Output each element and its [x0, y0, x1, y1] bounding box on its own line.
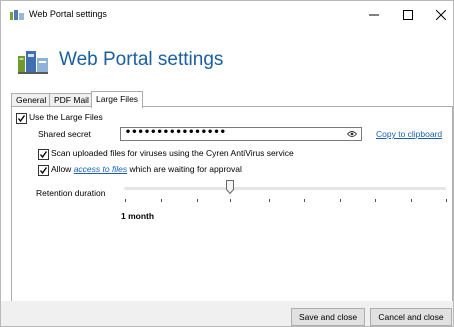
check-icon: [39, 167, 48, 175]
shared-secret-label: Shared secret: [38, 129, 91, 139]
retention-duration-label: Retention duration: [36, 188, 106, 198]
close-icon: [436, 10, 446, 20]
slider-tick: [446, 199, 447, 202]
slider-tick: [125, 199, 126, 202]
page-title: Web Portal settings: [59, 49, 224, 70]
app-icon: [10, 10, 24, 20]
slider-tick: [197, 199, 198, 202]
close-button[interactable]: [427, 5, 454, 25]
scan-viruses-label: Scan uploaded files for viruses using th…: [51, 148, 294, 158]
footer-bar: Save and close Cancel and close: [1, 301, 453, 326]
maximize-icon: [403, 10, 413, 20]
retention-slider-track[interactable]: [124, 187, 446, 190]
slider-tick: [340, 199, 341, 202]
portal-header-icon: [18, 48, 48, 74]
large-files-panel: Use the Large Files Shared secret ••••••…: [11, 106, 453, 303]
shared-secret-field[interactable]: ••••••••••••••••: [120, 127, 362, 141]
window-title: Web Portal settings: [29, 9, 107, 19]
shared-secret-value: ••••••••••••••••: [125, 127, 227, 138]
save-and-close-button[interactable]: Save and close: [291, 308, 365, 326]
slider-tick: [375, 199, 376, 202]
retention-value: 1 month: [121, 211, 155, 221]
eye-icon[interactable]: [346, 130, 358, 138]
allow-access-checkbox[interactable]: [38, 165, 49, 176]
settings-window: Web Portal settings Web Portal settings …: [0, 0, 454, 327]
cancel-and-close-button[interactable]: Cancel and close: [370, 308, 452, 326]
access-to-files-link[interactable]: access to files: [74, 164, 127, 174]
tab-general[interactable]: General: [11, 93, 52, 107]
tab-large-files[interactable]: Large Files: [91, 91, 144, 108]
scan-viruses-checkbox[interactable]: [38, 149, 49, 160]
slider-thumb-icon[interactable]: [226, 180, 234, 195]
slider-tick: [411, 199, 412, 202]
check-icon: [39, 151, 48, 159]
use-large-files-label: Use the Large Files: [29, 112, 103, 122]
maximize-button[interactable]: [394, 5, 422, 25]
slider-tick: [304, 199, 305, 202]
allow-access-suffix: which are waiting for approval: [127, 164, 242, 174]
allow-access-label: Allow access to files which are waiting …: [51, 164, 242, 174]
minimize-button[interactable]: [360, 5, 388, 25]
copy-to-clipboard-link[interactable]: Copy to clipboard: [376, 129, 442, 139]
allow-access-prefix: Allow: [51, 164, 74, 174]
use-large-files-checkbox[interactable]: [16, 113, 27, 124]
slider-tick: [161, 199, 162, 202]
minimize-icon: [369, 14, 379, 16]
check-icon: [17, 115, 26, 123]
slider-tick: [230, 199, 231, 202]
slider-tick: [269, 199, 270, 202]
tab-pdf-mail[interactable]: PDF Mail: [49, 93, 94, 107]
title-bar: Web Portal settings: [1, 1, 453, 29]
